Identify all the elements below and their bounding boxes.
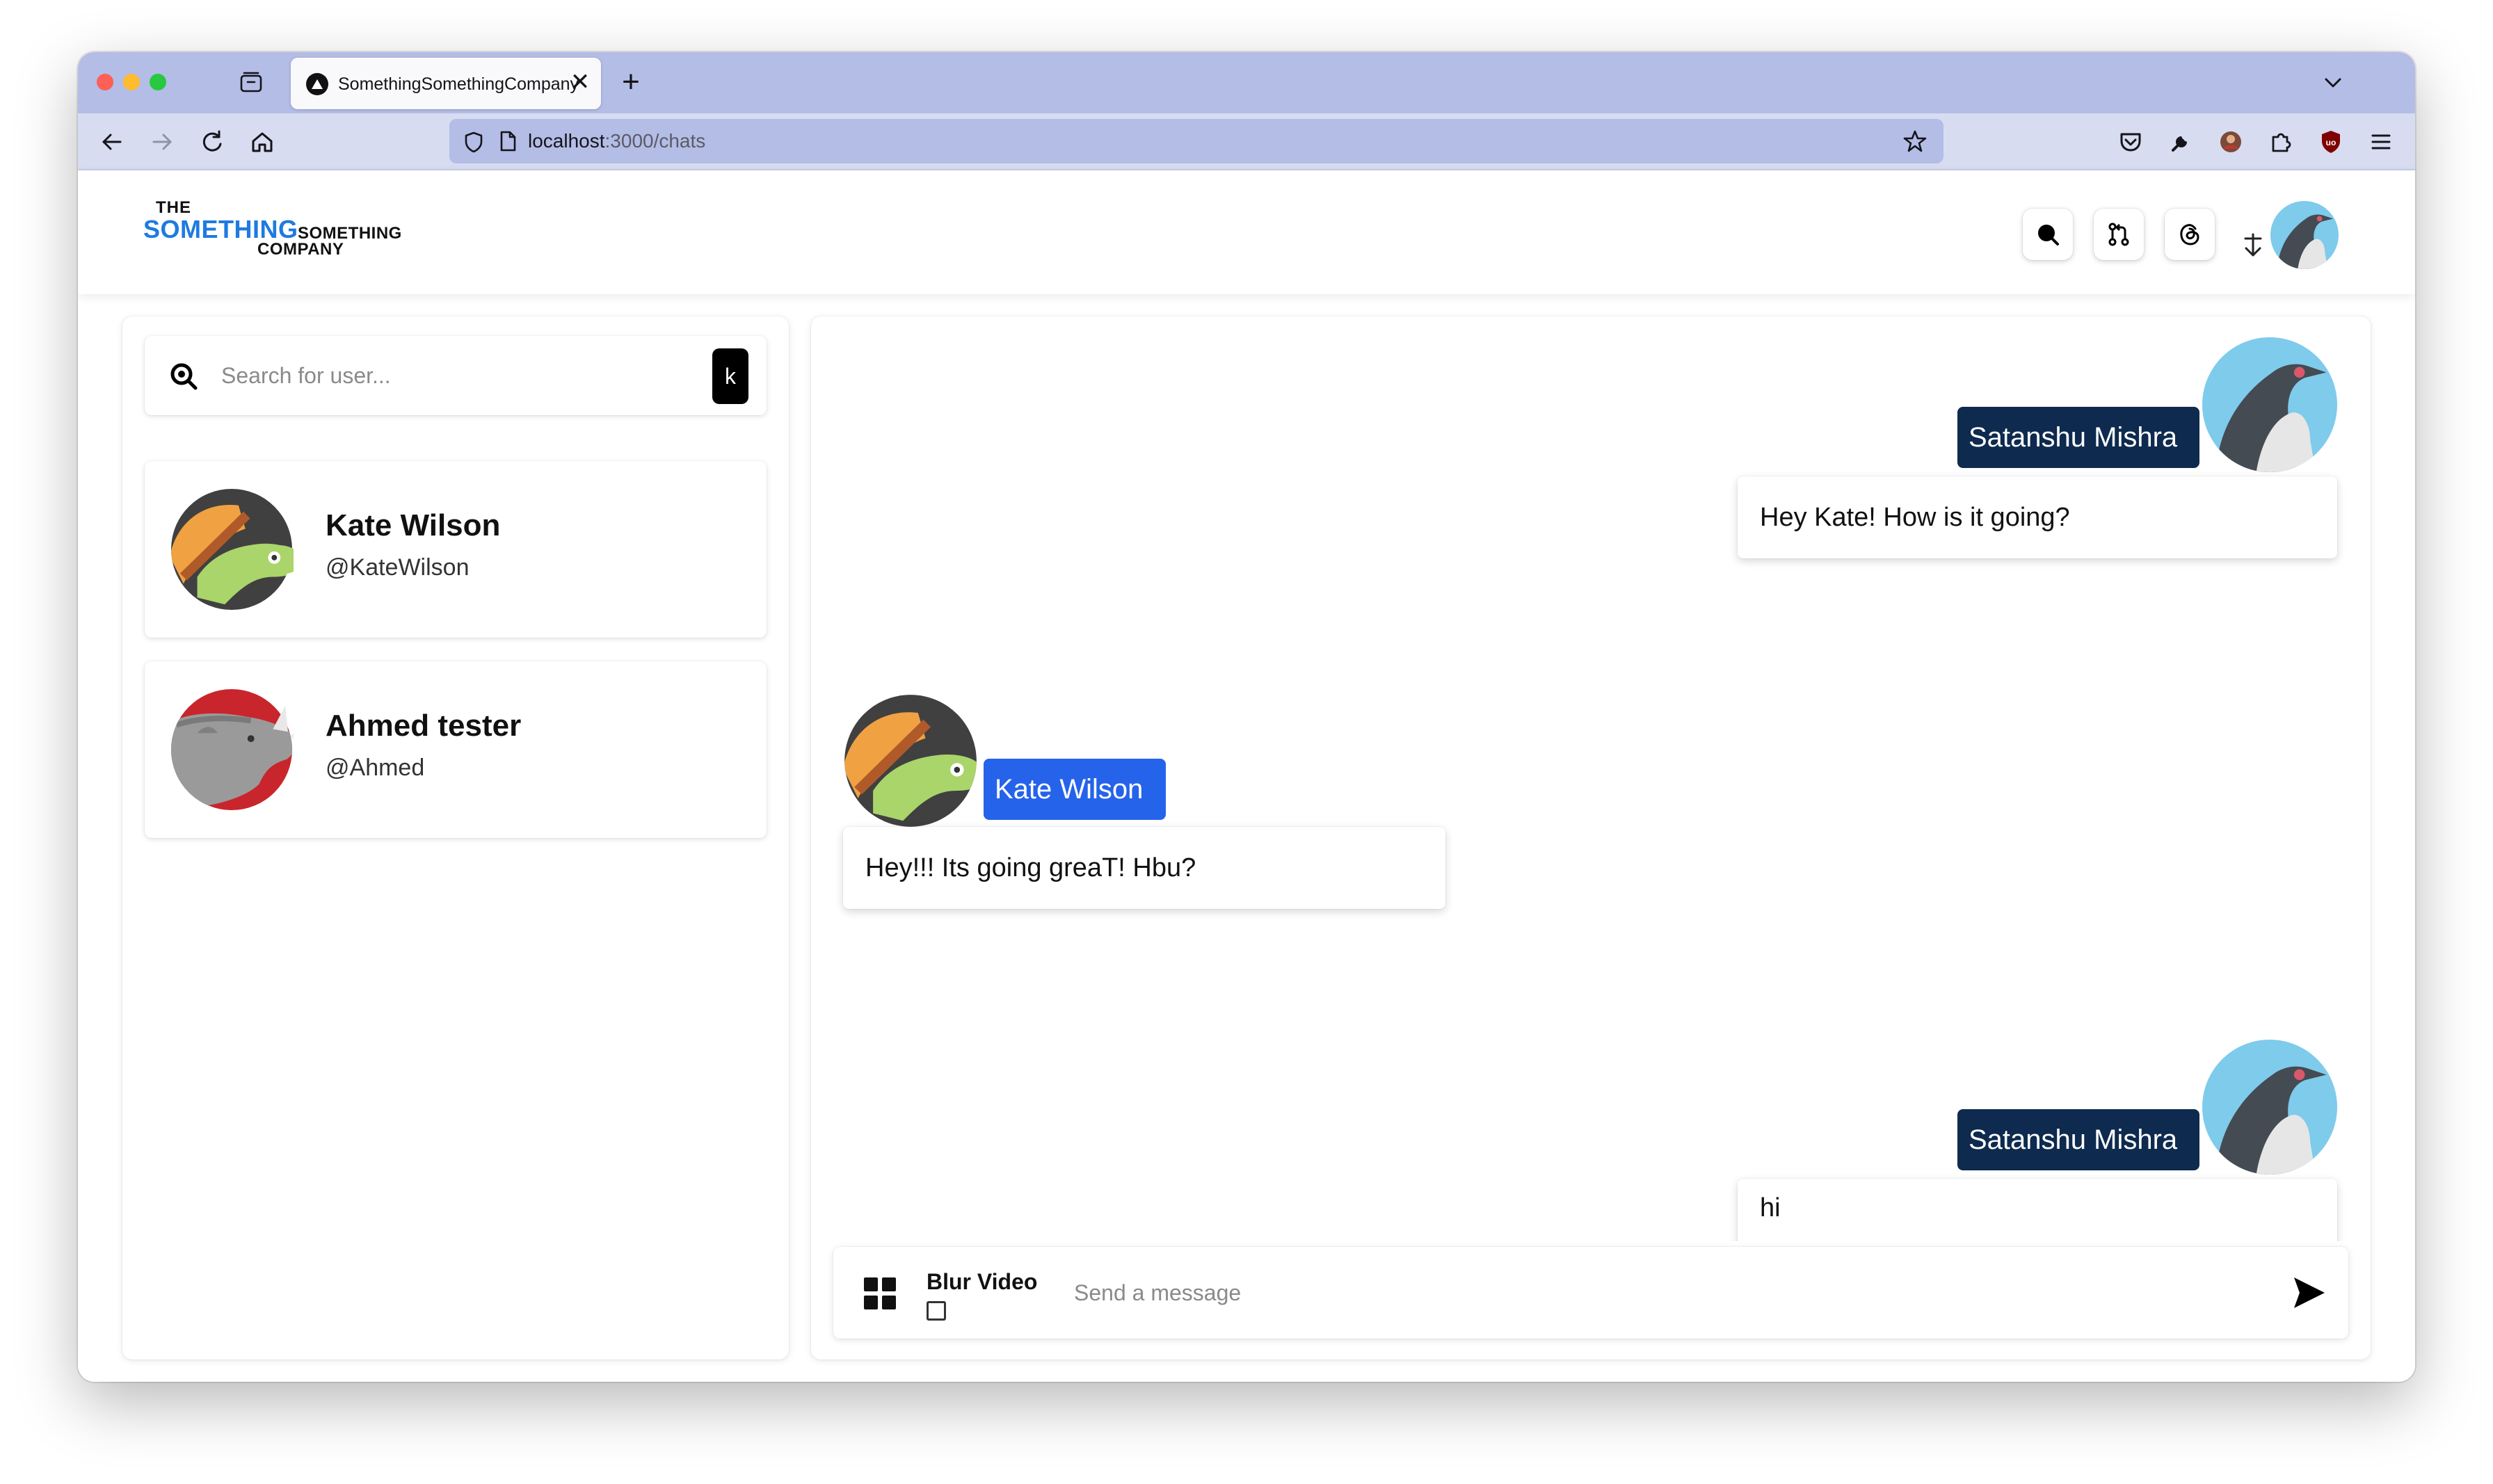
message-bubble: hi [1738, 1179, 2337, 1241]
menu-icon[interactable] [2366, 127, 2396, 156]
page-icon [500, 131, 516, 152]
user-name: Kate Wilson [326, 508, 501, 542]
tab-close-icon[interactable]: ✕ [568, 68, 593, 96]
user-name: Ahmed tester [326, 709, 522, 743]
send-icon[interactable] [2291, 1275, 2326, 1311]
bookmark-star-icon[interactable] [1903, 129, 1927, 153]
sort-down-arrow-icon[interactable] [2241, 232, 2265, 259]
user-handle: @KateWilson [326, 554, 470, 581]
pull-request-button[interactable] [2094, 209, 2144, 260]
sender-name-tag: Kate Wilson [984, 759, 1166, 820]
browser-window: SomethingSomethingCompany ✕ + localhost:… [78, 52, 2415, 1382]
tab-favicon-icon [306, 73, 328, 95]
wrench-icon[interactable] [2166, 127, 2195, 156]
sender-name-tag: Satanshu Mishra [1957, 407, 2199, 468]
pocket-icon[interactable] [2116, 127, 2145, 156]
search-input[interactable] [221, 357, 666, 394]
user-card-kate-wilson[interactable]: Kate Wilson @KateWilson [145, 461, 767, 638]
navigation-bar: localhost:3000/chats uo [78, 113, 2415, 170]
shield-icon[interactable] [463, 131, 484, 153]
blur-video-label: Blur Video [927, 1269, 1038, 1294]
tab-manager-icon[interactable] [239, 70, 263, 94]
rhino-avatar [170, 688, 294, 811]
url-host: localhost [528, 130, 605, 152]
chat-panel: Satanshu Mishra Hey Kate! How is it goin… [811, 316, 2371, 1360]
keyboard-shortcut-badge: k [712, 348, 748, 404]
url-path: :3000/chats [604, 130, 706, 152]
message-bubble: Hey Kate! How is it going? [1738, 476, 2337, 558]
sender-avatar [844, 695, 977, 827]
reload-icon[interactable] [198, 127, 227, 156]
search-icon [2038, 225, 2059, 245]
search-icon [170, 363, 198, 390]
chevron-down-icon[interactable] [2319, 69, 2347, 97]
user-card-ahmed-tester[interactable]: Ahmed tester @Ahmed [145, 661, 767, 838]
extension-avatar-icon[interactable] [2216, 127, 2245, 156]
url-text[interactable]: localhost:3000/chats [528, 130, 705, 152]
sender-name-tag: Satanshu Mishra [1957, 1109, 2199, 1170]
maximize-window-button[interactable] [150, 74, 166, 90]
sender-avatar [2202, 337, 2337, 472]
company-logo[interactable]: THE SOMETHING SOMETHING COMPANY [143, 198, 435, 268]
home-icon[interactable] [248, 127, 277, 156]
sender-avatar [2202, 1040, 2337, 1175]
address-bar[interactable]: localhost:3000/chats [449, 119, 1943, 163]
threads-icon [2180, 224, 2199, 245]
message-composer: Blur Video [833, 1247, 2348, 1339]
ublock-shield-icon[interactable]: uo [2316, 127, 2346, 156]
user-handle: @Ahmed [326, 755, 425, 781]
forward-icon[interactable] [147, 127, 177, 156]
close-window-button[interactable] [97, 74, 113, 90]
minimize-window-button[interactable] [123, 74, 140, 90]
svg-text:uo: uo [2326, 138, 2336, 147]
new-tab-button[interactable]: + [614, 65, 648, 99]
user-search-box[interactable]: k [145, 336, 767, 415]
git-pull-request-icon [2108, 223, 2129, 246]
app-header: THE SOMETHING SOMETHING COMPANY [78, 170, 2415, 294]
tab-strip: SomethingSomethingCompany ✕ + [78, 52, 2415, 113]
blur-video-checkbox[interactable] [927, 1301, 946, 1321]
extensions-puzzle-icon[interactable] [2266, 127, 2295, 156]
message-list[interactable]: Satanshu Mishra Hey Kate! How is it goin… [811, 316, 2371, 1241]
user-list-panel: k Kate Wilson @KateWilson [122, 316, 789, 1360]
tab-title: SomethingSomethingCompany [338, 74, 579, 94]
current-user-avatar[interactable] [2270, 201, 2339, 269]
grid-icon[interactable] [863, 1276, 897, 1311]
back-icon[interactable] [97, 127, 127, 156]
active-tab[interactable]: SomethingSomethingCompany ✕ [291, 58, 601, 109]
threads-button[interactable] [2165, 209, 2215, 260]
logo-company: COMPANY [257, 240, 344, 259]
turtle-avatar [170, 488, 294, 611]
message-bubble: Hey!!! Its going greaT! Hbu? [843, 827, 1445, 909]
message-input[interactable] [1074, 1273, 2256, 1312]
search-button[interactable] [2023, 209, 2073, 260]
main-content: k Kate Wilson @KateWilson [78, 294, 2415, 1382]
